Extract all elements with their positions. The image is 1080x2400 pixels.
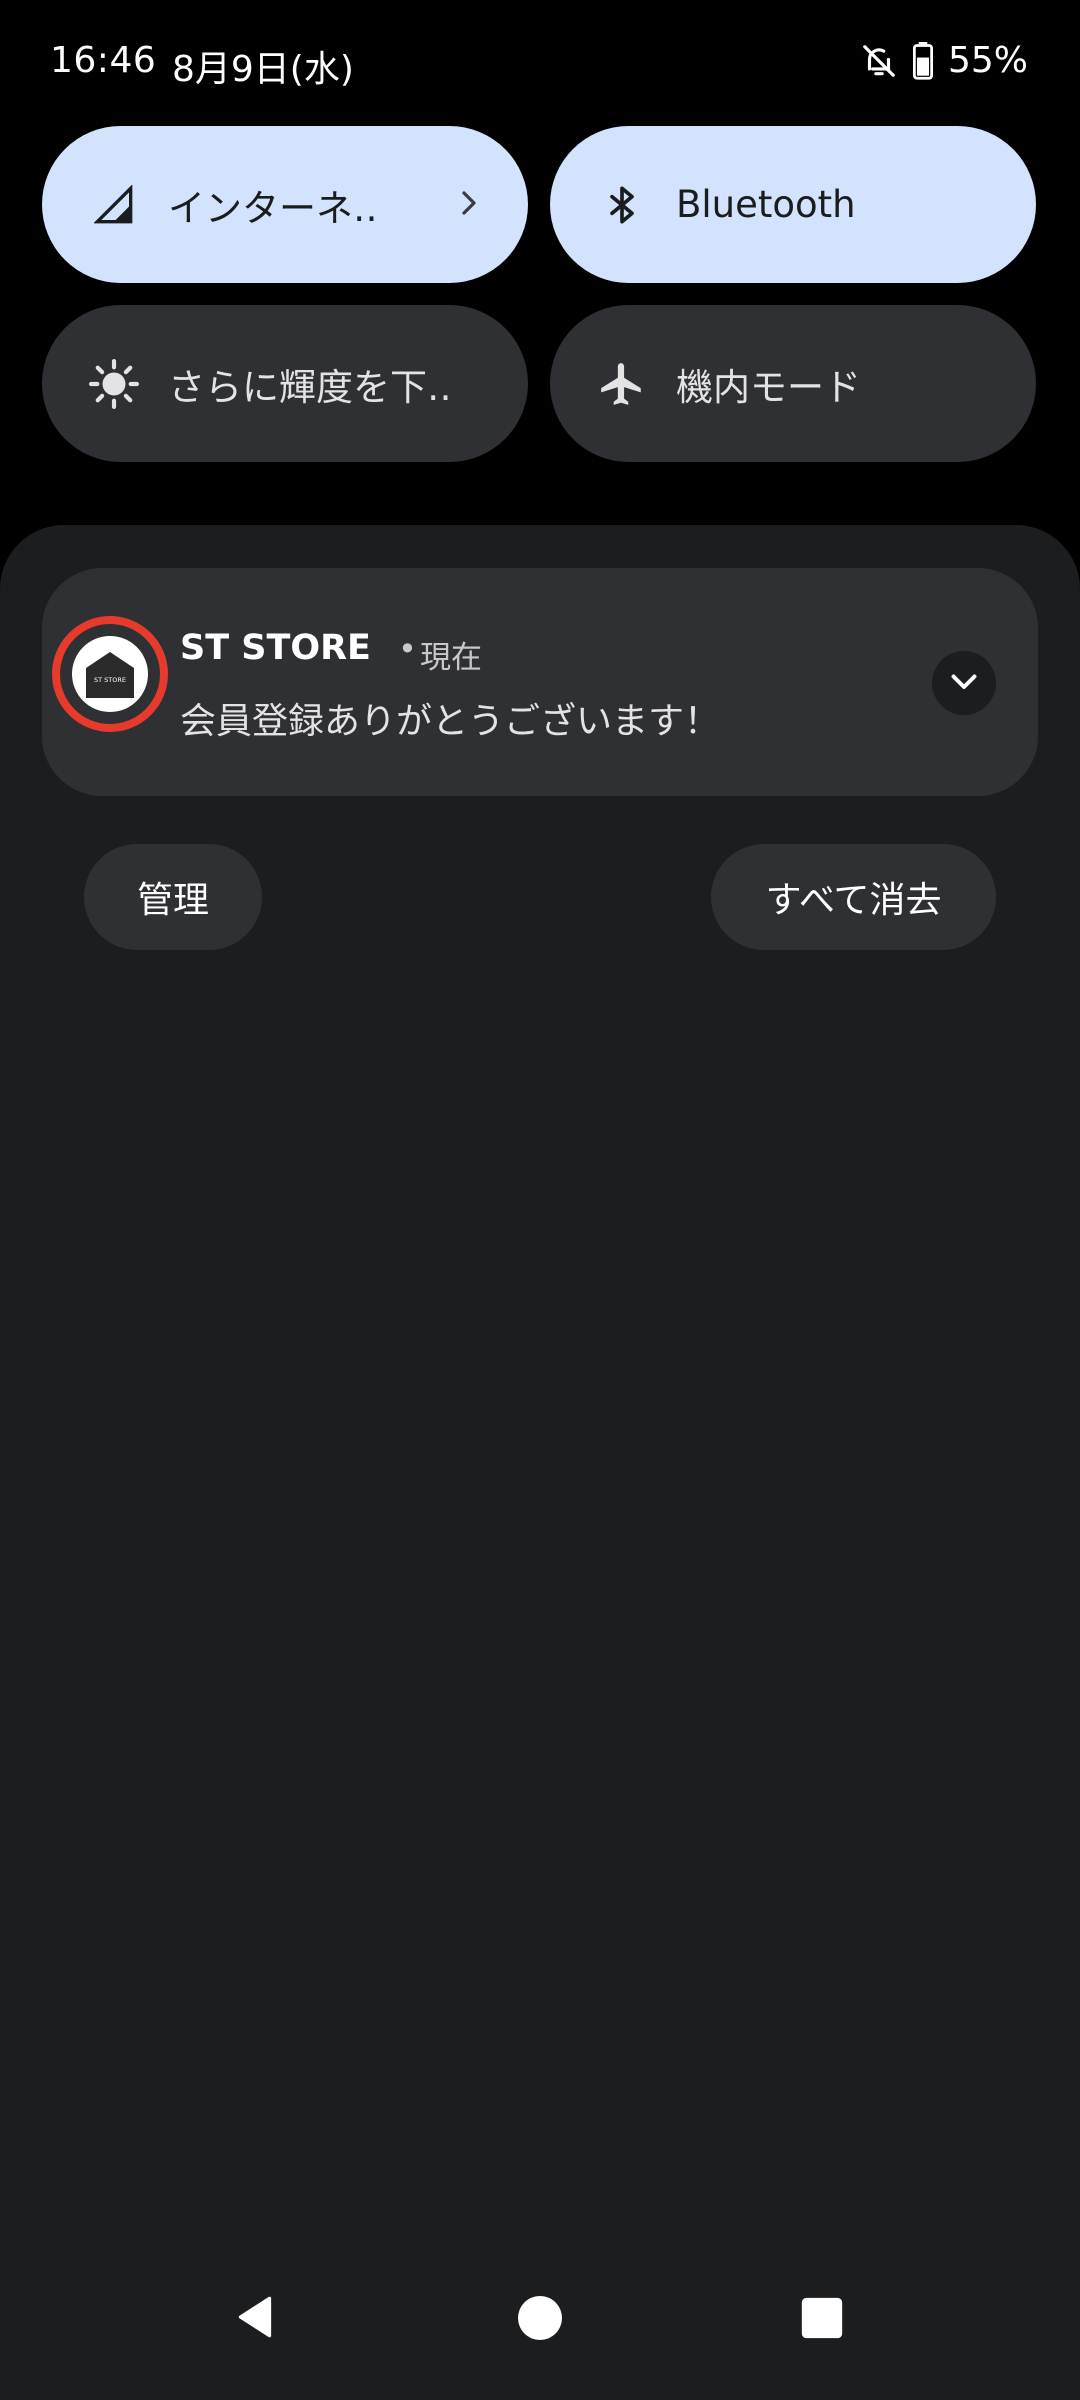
notification-message: 会員登録ありがとうございます！ xyxy=(180,701,721,742)
notification-shade-screen: 16:46 8月9日(水) 55% インターネ‥ Bluetooth さらに輝度… xyxy=(0,0,1080,2400)
notifications-off-icon xyxy=(860,42,898,80)
manage-button[interactable]: 管理 xyxy=(84,844,262,950)
cell-signal-icon xyxy=(86,177,142,233)
notification-card[interactable]: ST STORE ST STORE • 現在 会員登録ありがとうございます！ xyxy=(42,568,1038,796)
tile-internet-label: インターネ‥ xyxy=(168,186,378,230)
tile-extra-dim[interactable]: さらに輝度を下‥ xyxy=(42,305,528,462)
bluetooth-icon xyxy=(594,177,650,233)
tile-airplane-mode-label: 機内モード xyxy=(676,365,861,409)
tile-airplane-mode[interactable]: 機内モード xyxy=(550,305,1036,462)
tile-bluetooth[interactable]: Bluetooth xyxy=(550,126,1036,283)
notification-separator: • xyxy=(398,630,417,668)
back-icon[interactable] xyxy=(230,2292,280,2346)
tile-extra-dim-label: さらに輝度を下‥ xyxy=(168,365,452,409)
tile-internet[interactable]: インターネ‥ xyxy=(42,126,528,283)
brightness-icon xyxy=(86,356,142,412)
store-icon-text: ST STORE xyxy=(94,676,126,684)
chevron-right-icon[interactable] xyxy=(454,188,484,222)
recents-icon[interactable] xyxy=(800,2296,844,2344)
status-bar: 16:46 8月9日(水) 55% xyxy=(0,0,1080,125)
status-date: 8月9日(水) xyxy=(172,49,354,90)
battery-level: 55% xyxy=(947,40,1028,81)
status-icons: 55% xyxy=(860,40,1028,81)
clear-all-button[interactable]: すべて消去 xyxy=(711,844,996,950)
notification-app-icon[interactable]: ST STORE xyxy=(52,616,168,732)
home-icon[interactable] xyxy=(516,2294,564,2346)
tile-bluetooth-label: Bluetooth xyxy=(676,183,856,226)
battery-icon xyxy=(912,41,934,80)
expand-notification-button[interactable] xyxy=(932,651,996,715)
chevron-down-icon xyxy=(946,663,982,703)
status-time: 16:46 xyxy=(50,40,157,81)
navigation-bar xyxy=(0,2290,1080,2380)
airplane-icon xyxy=(594,356,650,412)
store-icon: ST STORE xyxy=(72,636,148,712)
notification-app-name: ST STORE xyxy=(180,628,371,668)
notification-panel xyxy=(0,525,1080,2400)
notification-time: 現在 xyxy=(420,640,482,676)
